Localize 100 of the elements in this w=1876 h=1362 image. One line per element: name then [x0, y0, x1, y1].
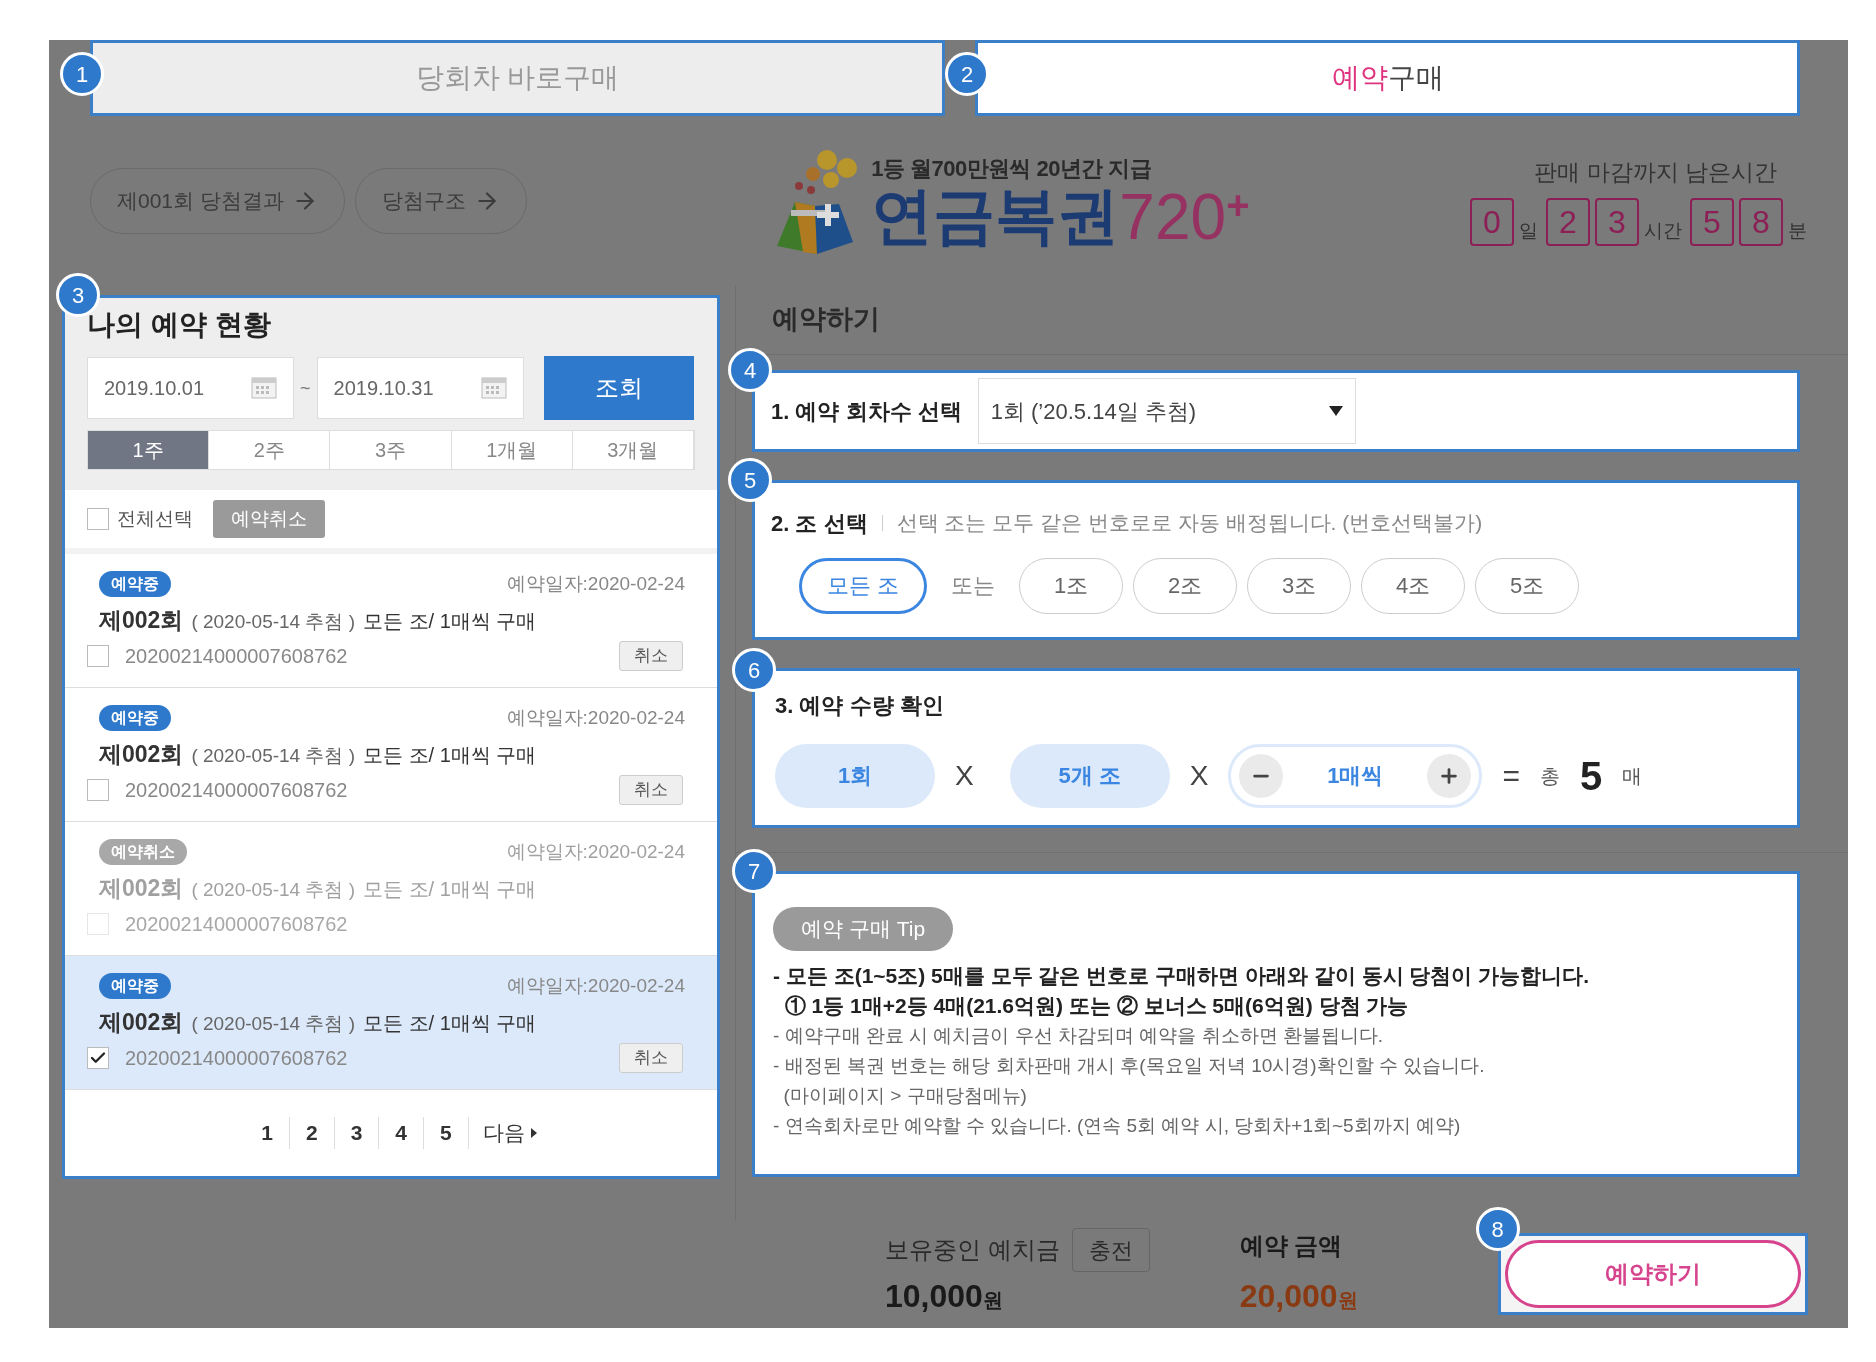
reservation-amount: 20,000 [1239, 1277, 1338, 1316]
cancel-button[interactable]: 취소 [619, 641, 683, 671]
minus-icon[interactable] [1239, 753, 1284, 798]
draw-date: ( 2020-05-14 추첨 ) [191, 877, 356, 902]
checkbox[interactable] [87, 779, 109, 801]
step-label: 1. 예약 회차수 선택 [771, 397, 962, 426]
status-tag: 예약중 [99, 571, 171, 598]
countdown-digit: 2 [1546, 197, 1590, 246]
draw-date: ( 2020-05-14 추첨 ) [191, 743, 356, 768]
logo-name: 연금복권 [871, 185, 1120, 247]
caret-icon [530, 1128, 537, 1138]
reserve-button[interactable]: 예약하기 [1504, 1240, 1801, 1308]
status-tag: 예약중 [99, 705, 171, 732]
period-tab[interactable]: 3개월 [572, 431, 694, 469]
amount-label: 예약 금액 [1239, 1231, 1344, 1261]
page-link[interactable]: 5 [424, 1117, 469, 1149]
countdown-digit: 3 [1595, 197, 1639, 246]
step-hint: 선택 조는 모두 같은 번호로로 자동 배정됩니다. (번호선택불가) [896, 510, 1483, 537]
tip-line: - 연속회차로만 예약할 수 있습니다. (연속 5회 예약 시, 당회차+1회~5회까지 예약) [773, 1113, 1462, 1138]
round-number: 제002회 [99, 739, 184, 769]
step-number-badge: 7 [732, 849, 776, 893]
step-label: 2. 조 선택 [771, 509, 868, 538]
round-number: 제002회 [99, 873, 184, 903]
purchase-summary: 모든 조/ 1매씩 구매 [363, 876, 537, 902]
total-prefix: 총 [1539, 763, 1560, 789]
countdown-digit: 8 [1739, 197, 1783, 246]
round-select[interactable]: 1회 (’20.5.14일 추첨) [977, 378, 1356, 444]
period-tab[interactable]: 1주 [88, 431, 210, 469]
checkbox[interactable] [87, 645, 109, 667]
purchase-summary: 모든 조/ 1매씩 구매 [363, 608, 537, 634]
tip-line: - 모든 조(1~5조) 5매를 모두 같은 번호로 구매하면 아래와 같이 동시 당첨이 가능합니다. [773, 962, 1591, 989]
tip-line: - 예약구매 완료 시 예치금이 우선 차감되며 예약을 취소하면 환불됩니다. [773, 1023, 1385, 1048]
reservation-date: 예약일자:2020-02-24 [506, 572, 685, 596]
total-unit: 매 [1622, 763, 1643, 789]
quantity-value: 1매씩 [1327, 762, 1384, 790]
tip-line: (마이페이지 > 구매당첨메뉴) [782, 1083, 1028, 1108]
logo-number: 720 [1119, 185, 1227, 249]
tab[interactable]: 예약구매 [975, 40, 1800, 116]
ticket-number: 20200214000007608762 [125, 644, 348, 669]
purchase-summary: 모든 조/ 1매씩 구매 [363, 1010, 537, 1036]
countdown-unit: 분 [1788, 219, 1807, 244]
calendar-icon [480, 377, 507, 399]
step-number-badge: 6 [732, 648, 776, 692]
reservation-item[interactable]: 예약중 예약일자:2020-02-24 제002회 ( 2020-05-14 추첨 ) 모든 조/ 1매씩 구매 20200214000007608762 취소 [65, 956, 717, 1090]
countdown-unit: 일 [1519, 219, 1538, 244]
tip-tag: 예약 구매 Tip [773, 907, 954, 951]
page-link[interactable]: 4 [379, 1117, 425, 1149]
period-tab[interactable]: 3주 [330, 431, 452, 469]
next-page-link[interactable]: 다음 [468, 1117, 537, 1149]
charge-button[interactable]: 충전 [1071, 1228, 1150, 1272]
page-link[interactable]: 1 [245, 1117, 290, 1149]
status-tag: 예약취소 [99, 839, 187, 866]
ticket-number: 20200214000007608762 [125, 912, 348, 937]
deposit-amount: 10,000 [885, 1277, 983, 1316]
date-separator: ~ [300, 376, 311, 400]
reservation-date: 예약일자:2020-02-24 [506, 706, 685, 730]
group-count-chip: 5개 조 [1009, 743, 1170, 808]
status-tag: 예약중 [99, 973, 171, 1000]
draw-date: ( 2020-05-14 추첨 ) [191, 1011, 356, 1036]
equals-sign: = [1502, 758, 1520, 794]
section-title: 예약하기 [772, 303, 880, 337]
period-tab[interactable]: 2주 [209, 431, 331, 469]
ticket-number: 20200214000007608762 [125, 1046, 348, 1071]
ticket-number: 20200214000007608762 [125, 778, 348, 803]
countdown-digit: 5 [1690, 197, 1734, 246]
or-label: 또는 [951, 572, 995, 600]
deposit-label: 보유중인 예치금 [885, 1235, 1060, 1265]
logo-plus: + [1226, 185, 1250, 225]
period-tab[interactable]: 1개월 [451, 431, 573, 469]
page-link[interactable]: 3 [334, 1117, 380, 1149]
quantity-stepper[interactable]: 1매씩 [1228, 743, 1483, 808]
checkbox[interactable] [87, 508, 109, 530]
draw-date: ( 2020-05-14 추첨 ) [191, 609, 356, 634]
start-date-field[interactable]: 2019.10.01 [87, 357, 294, 419]
step-label: 3. 예약 수량 확인 [775, 691, 945, 720]
countdown-digit: 0 [1470, 197, 1514, 246]
page-link[interactable]: 2 [289, 1117, 335, 1149]
countdown-title: 판매 마감까지 남은시간 [1534, 158, 1777, 188]
plus-icon[interactable] [1427, 753, 1472, 798]
checkbox[interactable] [87, 1047, 109, 1069]
step-number-badge: 5 [728, 458, 772, 502]
cancel-button[interactable]: 취소 [619, 1043, 683, 1073]
multiply-sign: X [955, 758, 974, 793]
dropdown-caret-icon [1328, 406, 1343, 416]
deposit-unit: 원 [982, 1288, 1003, 1313]
select-all-label: 전체선택 [117, 506, 193, 531]
end-date-field[interactable]: 2019.10.31 [316, 357, 524, 419]
tip-line: - 배정된 복권 번호는 해당 회차판매 개시 후(목요일 저녁 10시경)확인할 수 있습니다. [773, 1053, 1486, 1078]
cancel-button[interactable]: 취소 [619, 775, 683, 805]
search-button[interactable]: 조회 [543, 356, 694, 420]
step-number-badge: 8 [1475, 1207, 1520, 1251]
group-option[interactable]: 모든 조 [799, 557, 927, 614]
reservation-date: 예약일자:2020-02-24 [506, 974, 685, 998]
step-number-badge: 4 [728, 348, 772, 392]
step-number-badge: 2 [945, 52, 989, 96]
step-number-badge: 1 [60, 52, 104, 96]
total-count: 5 [1579, 752, 1603, 800]
reservation-date: 예약일자:2020-02-24 [506, 840, 685, 864]
amount-unit: 원 [1337, 1288, 1358, 1313]
round-number: 제002회 [99, 605, 184, 635]
